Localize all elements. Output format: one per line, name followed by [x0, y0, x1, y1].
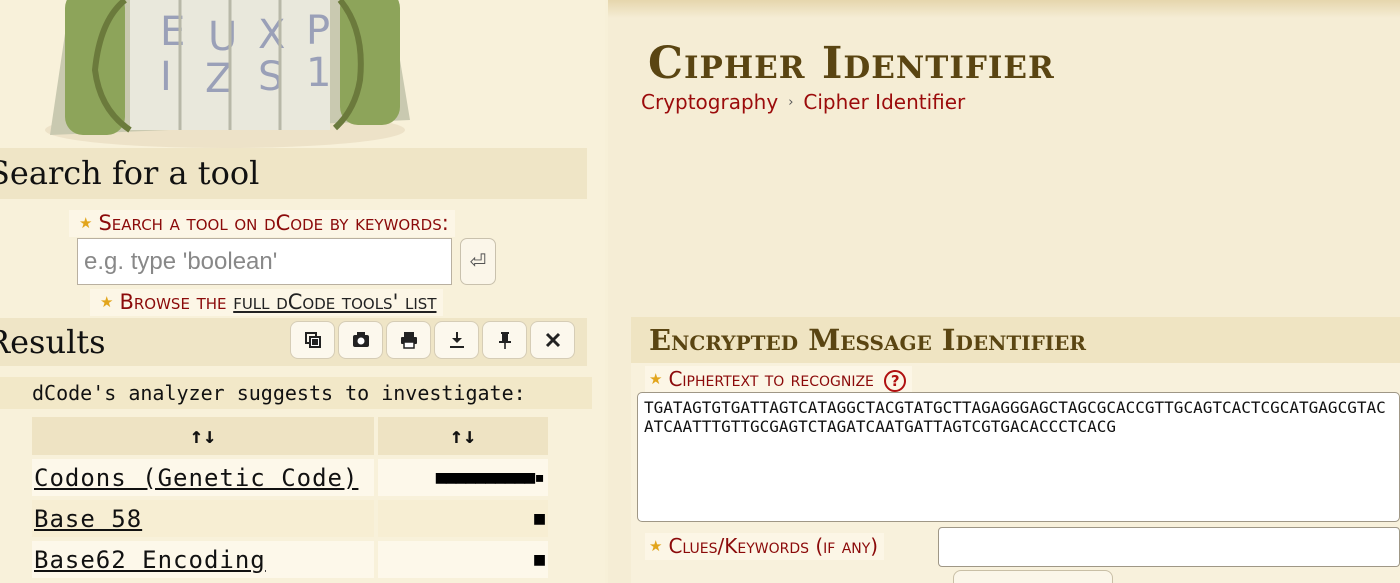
ciphertext-input[interactable]: TGATAGTGTGATTAGTCATAGGCTACGTATGCTTAGAGGG…	[637, 392, 1400, 522]
search-submit-button[interactable]: ⏎	[460, 238, 496, 285]
table-row: Codons (Genetic Code) ■■■■■■■■■■▪	[32, 459, 548, 496]
analyze-button[interactable]	[953, 570, 1113, 583]
sort-score-header[interactable]: ↑↓	[378, 417, 548, 455]
svg-text:1: 1	[306, 50, 331, 96]
breadcrumb-cryptography-link[interactable]: Cryptography	[641, 90, 778, 114]
star-icon: ★	[100, 293, 114, 311]
clues-label: ★ Clues/Keywords (if any)	[645, 533, 885, 560]
browse-label: ★ Browse the full dCode tools' list	[90, 289, 443, 316]
header-decoration	[608, 0, 1400, 18]
table-row: Base 58 ■	[32, 500, 548, 537]
sort-name-header[interactable]: ↑↓	[32, 417, 374, 455]
page-title: Cipher Identifier	[648, 38, 1055, 89]
print-icon	[400, 332, 417, 349]
ciphertext-label: ★ Ciphertext to recognize ?	[645, 366, 913, 393]
table-row: Base62 Encoding ■	[32, 541, 548, 578]
search-input[interactable]	[77, 238, 452, 285]
svg-text:Z: Z	[205, 56, 232, 102]
star-icon: ★	[649, 537, 663, 555]
print-button[interactable]	[386, 321, 431, 359]
tool-panel: Encrypted Message Identifier ★ Ciphertext…	[631, 317, 1400, 583]
result-score: ■	[378, 500, 548, 537]
close-button[interactable]	[530, 321, 575, 359]
copy-icon	[304, 332, 321, 348]
svg-text:P: P	[306, 8, 330, 54]
left-sidebar: EUXP IZS1 C Search for a tool ★Search a …	[0, 0, 605, 583]
dcode-logo: EUXP IZS1 C	[45, 0, 410, 148]
breadcrumb-cipher-identifier-link[interactable]: Cipher Identifier	[803, 90, 965, 114]
result-link-base58[interactable]: Base 58	[34, 505, 142, 533]
pin-button[interactable]	[482, 321, 527, 359]
tool-heading: Encrypted Message Identifier	[631, 317, 1400, 363]
full-tools-list-link[interactable]: full dCode tools' list	[233, 290, 436, 314]
result-link-codons[interactable]: Codons (Genetic Code)	[34, 464, 358, 492]
download-icon	[449, 332, 464, 348]
close-icon	[545, 332, 560, 348]
download-button[interactable]	[434, 321, 479, 359]
breadcrumb-separator: ›	[788, 94, 794, 110]
main-content: Cipher Identifier Cryptography › Cipher …	[608, 0, 1400, 583]
results-table: ↑↓ ↑↓ Codons (Genetic Code) ■■■■■■■■■■▪ …	[28, 413, 552, 582]
search-section-heading: Search for a tool	[0, 148, 587, 199]
analyzer-caption: dCode's analyzer suggests to investigate…	[0, 377, 592, 409]
svg-text:I: I	[160, 54, 172, 100]
copy-button[interactable]	[290, 321, 335, 359]
breadcrumb: Cryptography › Cipher Identifier	[641, 90, 965, 114]
search-label: ★ Search a tool on dCode by keywords:	[69, 210, 455, 237]
screenshot-button[interactable]	[338, 321, 383, 359]
screenshot-icon	[352, 332, 369, 347]
svg-text:U: U	[208, 14, 237, 60]
help-icon[interactable]: ?	[884, 369, 907, 392]
pin-icon	[498, 332, 511, 349]
results-toolbar	[290, 321, 575, 359]
clues-input[interactable]	[938, 527, 1400, 567]
star-icon: ★	[649, 370, 663, 388]
result-score: ■■■■■■■■■■▪	[378, 459, 548, 496]
result-score: ■	[378, 541, 548, 578]
star-icon: ★	[79, 214, 93, 232]
result-link-base62[interactable]: Base62 Encoding	[34, 546, 266, 574]
